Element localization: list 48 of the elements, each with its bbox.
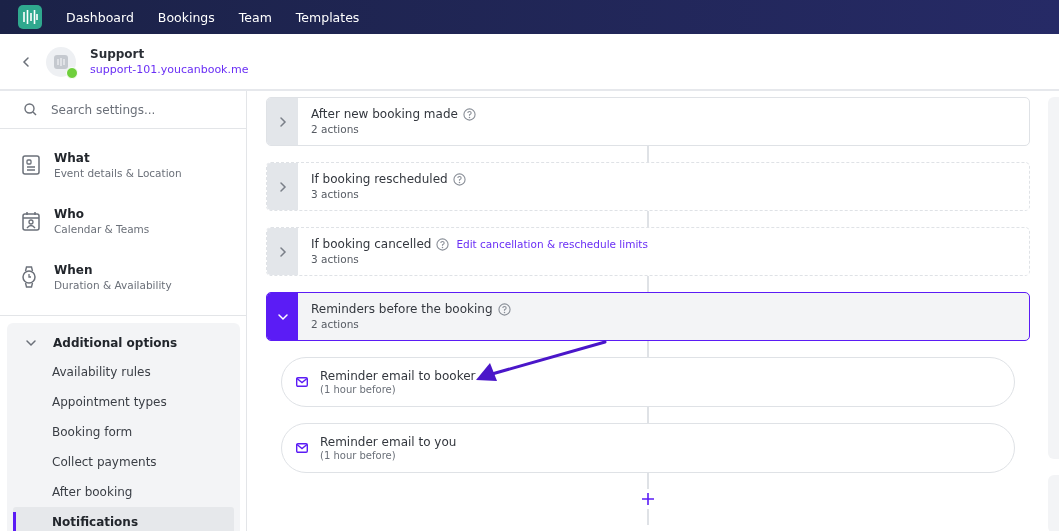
workflow-title: Reminders before the booking — [311, 302, 493, 316]
action-count: 3 actions — [311, 188, 360, 200]
help-icon[interactable] — [462, 107, 476, 121]
group-header[interactable]: Additional options — [13, 329, 234, 357]
sidebar-item[interactable]: Appointment types — [13, 387, 234, 417]
mail-icon — [296, 377, 308, 387]
action-count: 3 actions — [311, 253, 360, 265]
help-icon[interactable] — [436, 237, 450, 251]
sidebar-item[interactable]: Availability rules — [13, 357, 234, 387]
logo-icon — [54, 54, 68, 69]
nav-link[interactable]: Bookings — [157, 9, 215, 25]
search-icon — [24, 103, 37, 116]
chevron-icon — [25, 337, 37, 349]
sidebar-item[interactable]: Collect payments — [13, 447, 234, 477]
workflow-title: If booking rescheduled — [311, 172, 448, 186]
settings-section[interactable]: When Duration & Availability — [0, 249, 246, 305]
expand-toggle[interactable] — [267, 98, 298, 145]
nav-link[interactable]: Team — [238, 9, 272, 25]
mail-icon — [296, 443, 308, 453]
search-field[interactable]: Search settings... — [51, 102, 231, 117]
page-title: Support — [90, 47, 146, 61]
add-icon[interactable] — [640, 491, 656, 507]
expand-toggle[interactable] — [267, 228, 298, 275]
logo-icon[interactable] — [18, 5, 42, 29]
action-count: 2 actions — [311, 123, 360, 135]
workflow-title: If booking cancelled — [311, 237, 432, 251]
action-count: 2 actions — [311, 318, 360, 330]
help-icon[interactable] — [497, 302, 511, 316]
workflow-title: After new booking made — [311, 107, 458, 121]
reminder-item[interactable]: Reminder email to booker (1 hour before) — [281, 357, 1015, 407]
page-url[interactable]: support-101.youcanbook.me — [90, 63, 249, 76]
back-icon[interactable] — [20, 55, 32, 68]
chevron-icon — [20, 55, 32, 68]
watch-icon — [22, 266, 36, 288]
calendar-icon — [22, 211, 40, 231]
sidebar-item[interactable]: Notifications — [13, 507, 234, 531]
sidebar-item[interactable]: Booking form — [13, 417, 234, 447]
settings-section[interactable]: Who Calendar & Teams — [0, 193, 246, 249]
document-icon — [22, 155, 40, 175]
help-icon[interactable] — [452, 172, 466, 186]
edit-limits-link[interactable]: Edit cancellation & reschedule limits — [456, 238, 648, 250]
settings-section[interactable]: What Event details & Location — [0, 137, 246, 193]
expand-toggle[interactable] — [267, 293, 298, 340]
expand-toggle[interactable] — [267, 163, 298, 210]
nav-link[interactable]: Dashboard — [66, 9, 134, 25]
reminder-item[interactable]: Reminder email to you (1 hour before) — [281, 423, 1015, 473]
nav-link[interactable]: Templates — [295, 9, 360, 25]
sidebar-item[interactable]: After booking — [13, 477, 234, 507]
